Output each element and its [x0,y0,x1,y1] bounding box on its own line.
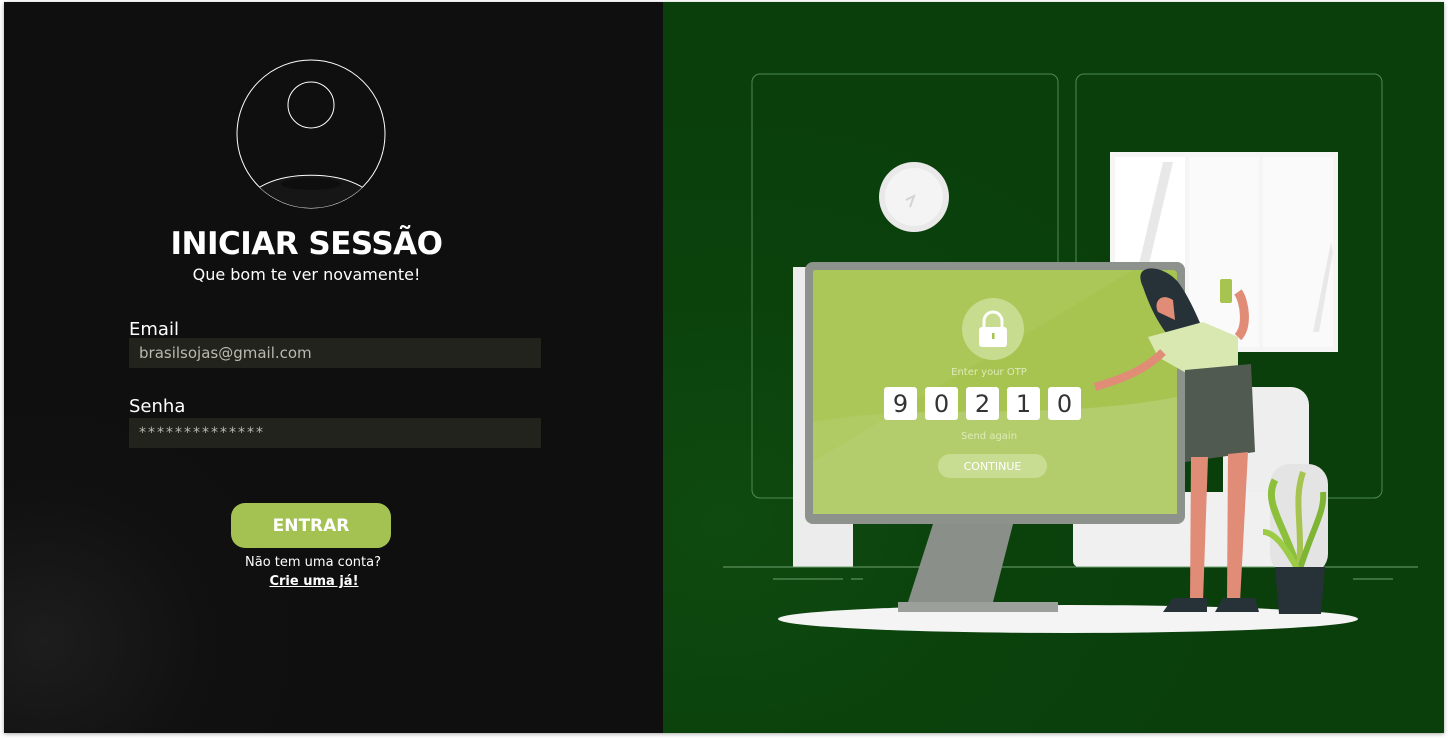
page-title: INICIAR SESSÃO [170,226,443,262]
page-subtitle: Que bom te ver novamente! [192,265,421,284]
otp-digit: 9 [884,387,917,420]
no-account-text: Não tem uma conta? [245,555,381,570]
login-panel: INICIAR SESSÃO Que bom te ver novamente!… [4,2,663,733]
illustration-panel: Enter your OTP 9 0 2 1 0 Send again CONT… [663,2,1444,733]
enter-button[interactable]: ENTRAR [231,503,391,548]
otp-digit: 1 [1007,387,1040,420]
password-field[interactable]: ************** [129,418,541,448]
email-label: Email [129,319,179,340]
signup-link[interactable]: Crie uma já! [4,574,624,589]
app-frame: INICIAR SESSÃO Que bom te ver novamente!… [4,2,1444,733]
otp-digit: 2 [966,387,999,420]
otp-label: Enter your OTP [951,367,1027,378]
otp-digits: 9 0 2 1 0 [884,387,1081,420]
otp-digit: 0 [925,387,958,420]
email-field[interactable]: brasilsojas@gmail.com [129,338,541,368]
otp-digit: 0 [1048,387,1081,420]
user-avatar-icon [236,59,386,209]
send-again-text: Send again [960,431,1018,442]
continue-illustration-button: CONTINUE [938,454,1047,478]
password-label: Senha [129,396,186,417]
